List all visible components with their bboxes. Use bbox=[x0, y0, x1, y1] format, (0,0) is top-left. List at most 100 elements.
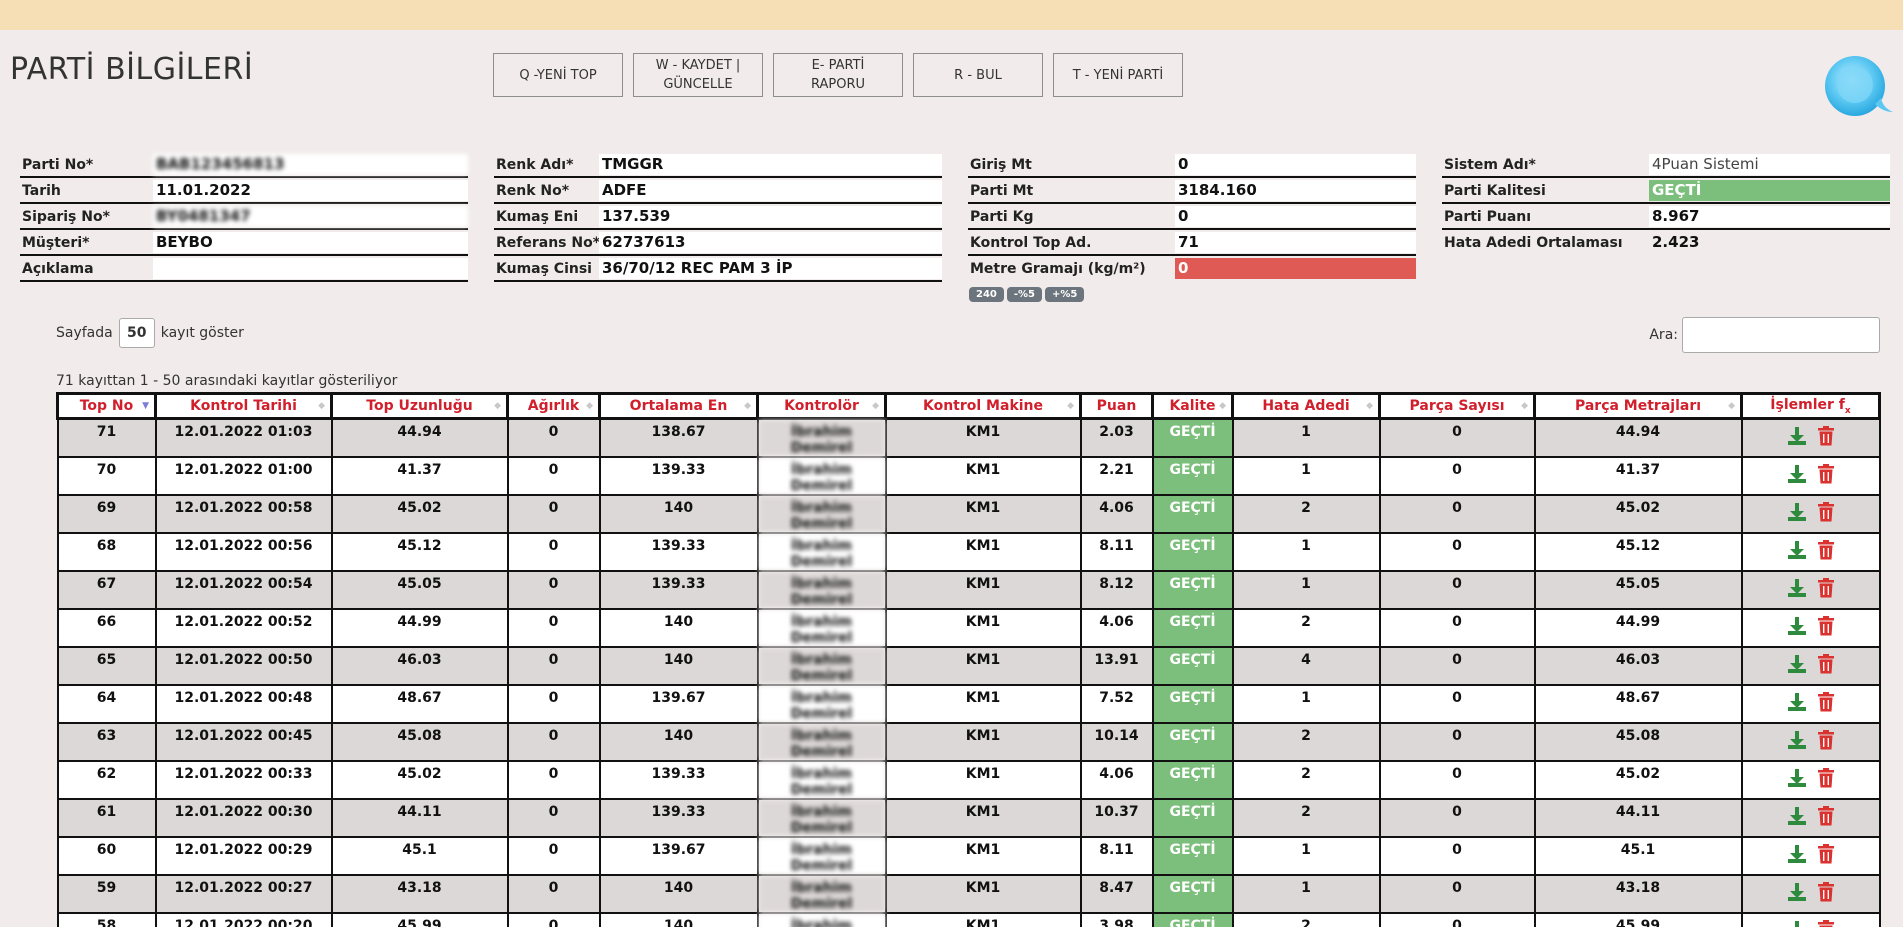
new-batch-button[interactable]: T - YENİ PARTİ bbox=[1053, 53, 1183, 97]
batch-kg-field[interactable]: 0 bbox=[1175, 206, 1416, 227]
cell-machine: KM1 bbox=[884, 608, 1082, 648]
search-input[interactable] bbox=[1682, 317, 1880, 353]
color-no-row: Renk No* ADFE bbox=[494, 178, 942, 204]
download-icon[interactable] bbox=[1787, 692, 1807, 712]
col-machine[interactable]: Kontrol Makine ◆ bbox=[884, 392, 1082, 420]
table-row[interactable]: 63 12.01.2022 00:45 45.08 0 140 İbrahim Demir… bbox=[56, 722, 1881, 762]
trash-icon[interactable] bbox=[1817, 806, 1835, 826]
cell-piece-count: 0 bbox=[1378, 760, 1536, 800]
col-roll-length[interactable]: Top Uzunluğu ◆ bbox=[330, 392, 509, 420]
download-icon[interactable] bbox=[1787, 920, 1807, 927]
trash-icon[interactable] bbox=[1817, 654, 1835, 674]
col-defect-count[interactable]: Hata Adedi ◆ bbox=[1231, 392, 1381, 420]
trash-icon[interactable] bbox=[1817, 502, 1835, 522]
table-row[interactable]: 65 12.01.2022 00:50 46.03 0 140 İbrahim Demir… bbox=[56, 646, 1881, 686]
col-piece-count[interactable]: Parça Sayısı ◆ bbox=[1378, 392, 1536, 420]
gramaj-pill-minus[interactable]: -%5 bbox=[1006, 287, 1043, 302]
order-no-field[interactable]: BY0481347 bbox=[153, 206, 468, 227]
date-field[interactable]: 11.01.2022 bbox=[153, 180, 468, 201]
fabric-width-field[interactable]: 137.539 bbox=[599, 206, 942, 227]
trash-icon[interactable] bbox=[1817, 616, 1835, 636]
trash-icon[interactable] bbox=[1817, 578, 1835, 598]
batch-no-field[interactable]: BAB123456813 bbox=[153, 154, 468, 175]
col-piece-meterage[interactable]: Parça Metrajları ◆ bbox=[1533, 392, 1743, 420]
cell-avg-width: 139.33 bbox=[598, 570, 759, 610]
fabric-type-field[interactable]: 36/70/12 REC PAM 3 İP bbox=[599, 258, 942, 279]
gramaj-field[interactable]: 0 bbox=[1175, 258, 1416, 279]
trash-icon[interactable] bbox=[1817, 540, 1835, 560]
table-row[interactable]: 66 12.01.2022 00:52 44.99 0 140 İbrahim Demir… bbox=[56, 608, 1881, 648]
chat-bubble-logo-icon[interactable] bbox=[1823, 54, 1893, 118]
trash-icon[interactable] bbox=[1817, 768, 1835, 788]
color-name-field[interactable]: TMGGR bbox=[599, 154, 942, 175]
trash-icon[interactable] bbox=[1817, 882, 1835, 902]
download-icon[interactable] bbox=[1787, 616, 1807, 636]
input-meter-field[interactable]: 0 bbox=[1175, 154, 1416, 175]
table-search: Ara: bbox=[1649, 317, 1880, 353]
batch-meter-field[interactable]: 3184.160 bbox=[1175, 180, 1416, 201]
col-controller[interactable]: Kontrolör ◆ bbox=[756, 392, 887, 420]
customer-field[interactable]: BEYBO bbox=[153, 232, 468, 253]
download-icon[interactable] bbox=[1787, 426, 1807, 446]
page-length-select[interactable]: 50 bbox=[118, 318, 155, 348]
reference-no-field[interactable]: 62737613 bbox=[599, 232, 942, 253]
col-weight[interactable]: Ağırlık ◆ bbox=[506, 392, 601, 420]
download-icon[interactable] bbox=[1787, 730, 1807, 750]
col-avg-width[interactable]: Ortalama En ◆ bbox=[598, 392, 759, 420]
download-icon[interactable] bbox=[1787, 882, 1807, 902]
download-icon[interactable] bbox=[1787, 844, 1807, 864]
download-icon[interactable] bbox=[1787, 540, 1807, 560]
trash-icon[interactable] bbox=[1817, 730, 1835, 750]
cell-quality: GEÇTİ bbox=[1151, 836, 1234, 876]
download-icon[interactable] bbox=[1787, 502, 1807, 522]
col-quality[interactable]: Kalite ◆ bbox=[1151, 392, 1234, 420]
table-row[interactable]: 67 12.01.2022 00:54 45.05 0 139.33 İbrahim De… bbox=[56, 570, 1881, 610]
table-row[interactable]: 62 12.01.2022 00:33 45.02 0 139.33 İbrahim De… bbox=[56, 760, 1881, 800]
trash-icon[interactable] bbox=[1817, 464, 1835, 484]
trash-icon[interactable] bbox=[1817, 920, 1835, 927]
trash-icon[interactable] bbox=[1817, 692, 1835, 712]
col-control-date[interactable]: Kontrol Tarihi ◆ bbox=[154, 392, 333, 420]
download-icon[interactable] bbox=[1787, 768, 1807, 788]
gramaj-pill-plus[interactable]: +%5 bbox=[1045, 287, 1085, 302]
table-row[interactable]: 61 12.01.2022 00:30 44.11 0 139.33 İbrahim De… bbox=[56, 798, 1881, 838]
roll-count-field[interactable]: 71 bbox=[1175, 232, 1416, 253]
cell-piece-meterage: 46.03 bbox=[1533, 646, 1743, 686]
sort-icon: ◆ bbox=[494, 401, 501, 411]
table-row[interactable]: 69 12.01.2022 00:58 45.02 0 140 İbrahim Demir… bbox=[56, 494, 1881, 534]
system-name-field[interactable]: 4Puan Sistemi bbox=[1649, 154, 1890, 175]
col-actions[interactable]: İşlemler fx bbox=[1740, 392, 1881, 420]
find-button[interactable]: R - BUL bbox=[913, 53, 1043, 97]
download-icon[interactable] bbox=[1787, 578, 1807, 598]
cell-machine: KM1 bbox=[884, 836, 1082, 876]
trash-icon[interactable] bbox=[1817, 844, 1835, 864]
cell-weight: 0 bbox=[506, 608, 601, 648]
color-no-field[interactable]: ADFE bbox=[599, 180, 942, 201]
download-icon[interactable] bbox=[1787, 464, 1807, 484]
col-score[interactable]: Puan bbox=[1079, 392, 1154, 420]
table-row[interactable]: 71 12.01.2022 01:03 44.94 0 138.67 İbrahim De… bbox=[56, 417, 1881, 458]
table-row[interactable]: 70 12.01.2022 01:00 41.37 0 139.33 İbrahim De… bbox=[56, 456, 1881, 496]
download-icon[interactable] bbox=[1787, 654, 1807, 674]
table-row[interactable]: 59 12.01.2022 00:27 43.18 0 140 İbrahim Demir… bbox=[56, 874, 1881, 914]
table-info: 71 kayıttan 1 - 50 arasındaki kayıtlar g… bbox=[56, 373, 398, 389]
cell-quality: GEÇTİ bbox=[1151, 722, 1234, 762]
gramaj-pill-base[interactable]: 240 bbox=[969, 287, 1004, 302]
batch-report-button[interactable]: E- PARTİ RAPORU bbox=[773, 53, 903, 97]
col-top-no[interactable]: Top No ▼ bbox=[56, 392, 157, 420]
cell-weight: 0 bbox=[506, 836, 601, 876]
new-roll-button[interactable]: Q -YENİ TOP bbox=[493, 53, 623, 97]
table-row[interactable]: 5812.01.2022 00:2045.990140İbrahim Demir… bbox=[56, 912, 1881, 927]
defect-avg-row: Hata Adedi Ortalaması 2.423 bbox=[1442, 230, 1890, 256]
table-row[interactable]: 68 12.01.2022 00:56 45.12 0 139.33 İbrahim De… bbox=[56, 532, 1881, 572]
table-row[interactable]: 64 12.01.2022 00:48 48.67 0 139.67 İbrahim De… bbox=[56, 684, 1881, 724]
download-icon[interactable] bbox=[1787, 806, 1807, 826]
cell-avg-width: 140 bbox=[598, 646, 759, 686]
trash-icon[interactable] bbox=[1817, 426, 1835, 446]
save-update-button[interactable]: W - KAYDET | GÜNCELLE bbox=[633, 53, 763, 97]
cell-weight: 0 bbox=[506, 798, 601, 838]
sort-icon: ◆ bbox=[586, 401, 593, 411]
table-row[interactable]: 60 12.01.2022 00:29 45.1 0 139.67 İbrahim Dem… bbox=[56, 836, 1881, 876]
cell-roll-length: 48.67 bbox=[330, 684, 509, 724]
description-field[interactable] bbox=[153, 258, 468, 279]
